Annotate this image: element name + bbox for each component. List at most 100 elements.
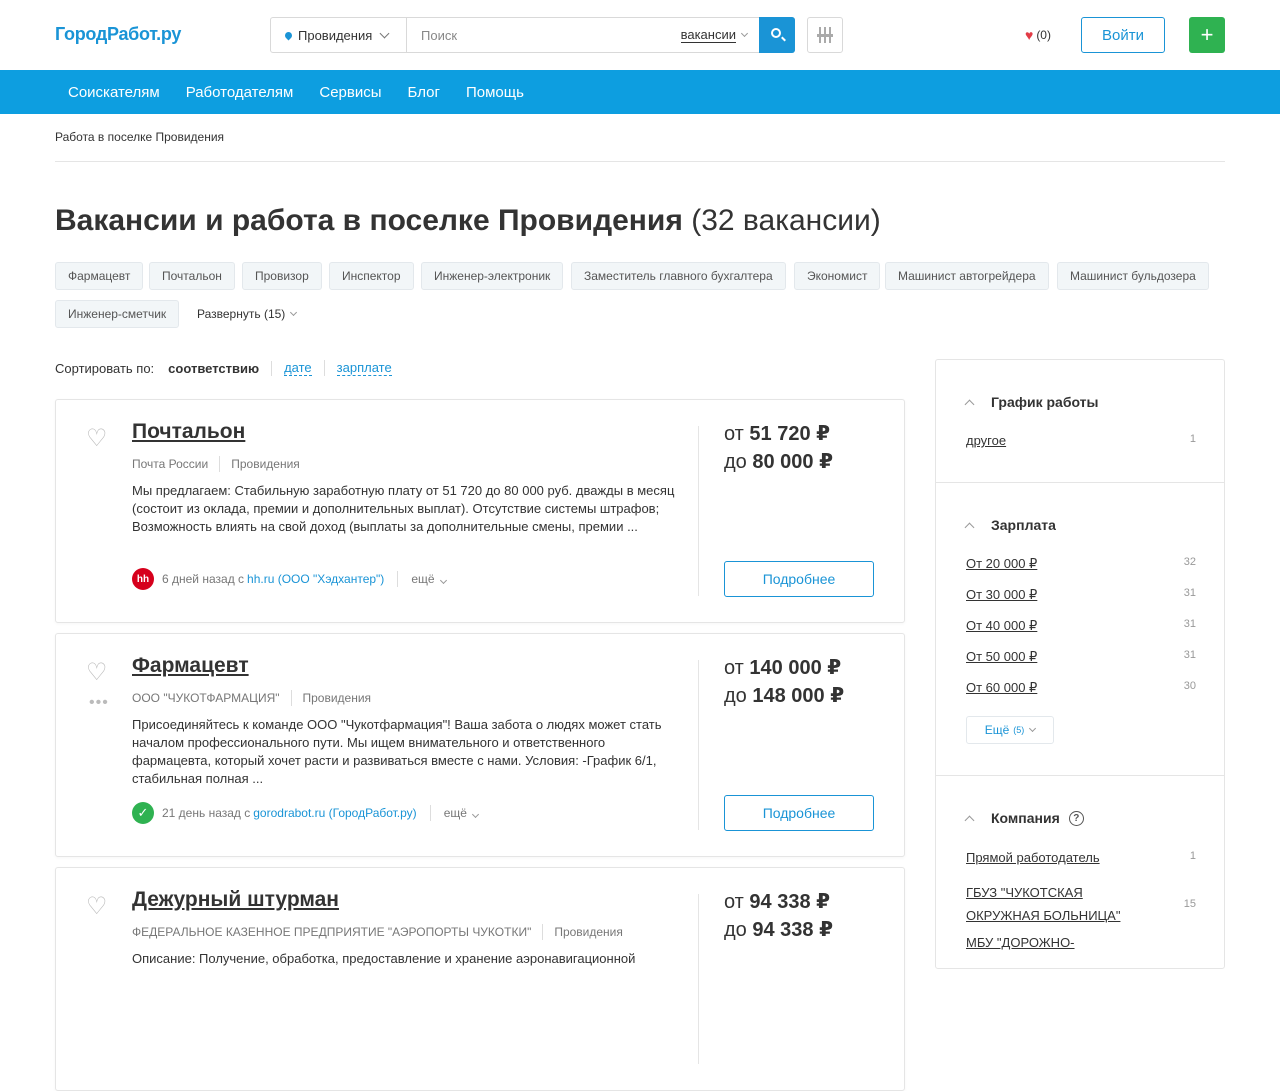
filter-company-header[interactable]: Компания? bbox=[964, 810, 1084, 826]
chevron-down-icon bbox=[1029, 724, 1037, 732]
filter-item[interactable]: От 30 000 ₽31 bbox=[966, 587, 1196, 603]
vacancy-title[interactable]: Дежурный штурман bbox=[132, 888, 339, 912]
vacancy-posted: 21 день назад с bbox=[162, 806, 251, 820]
source-link[interactable]: hh.ru (ООО "Хэдхантер") bbox=[247, 572, 384, 586]
tag[interactable]: Инженер-сметчик bbox=[55, 300, 180, 328]
search-icon bbox=[771, 28, 781, 38]
heart-outline-icon[interactable]: ♡ bbox=[86, 661, 112, 685]
vacancy-title[interactable]: Фармацевт bbox=[132, 654, 249, 678]
filter-item[interactable]: ГБУЗ "ЧУКОТСКАЯ ОКРУЖНАЯ БОЛЬНИЦА" 15 bbox=[966, 881, 1196, 927]
filter-item[interactable]: От 60 000 ₽30 bbox=[966, 680, 1196, 696]
source-link[interactable]: gorodrabot.ru (ГородРабот.ру) bbox=[253, 806, 416, 820]
sort-bar: Сортировать по: соответствию дате зарпла… bbox=[55, 360, 404, 376]
vacancy-company: ФЕДЕРАЛЬНОЕ КАЗЕННОЕ ПРЕДПРИЯТИЕ "АЭРОПО… bbox=[132, 925, 532, 939]
heart-icon: ♥ bbox=[1025, 27, 1034, 43]
login-button[interactable]: Войти bbox=[1081, 17, 1165, 53]
page-title-text: Вакансии и работа в поселке Провидения bbox=[55, 204, 683, 237]
salary-from: 94 338 bbox=[749, 891, 811, 913]
breadcrumb: Работа в поселке Провидения bbox=[55, 130, 225, 144]
filter-item[interactable]: МБУ "ДОРОЖНО- bbox=[966, 935, 1196, 950]
filter-item[interactable]: другое 1 bbox=[966, 433, 1196, 448]
location-select[interactable]: Провидения bbox=[271, 18, 407, 52]
search-input[interactable] bbox=[407, 18, 681, 52]
heart-outline-icon[interactable]: ♡ bbox=[86, 895, 112, 919]
tag[interactable]: Машинист бульдозера bbox=[1057, 262, 1209, 290]
sort-by-salary[interactable]: зарплате bbox=[336, 360, 392, 376]
vacancy-source: ✓ 21 день назад с gorodrabot.ru (ГородРа… bbox=[132, 802, 479, 824]
chevron-down-icon bbox=[439, 576, 447, 585]
help-icon[interactable]: ? bbox=[1068, 810, 1084, 826]
vacancy-card: ♡ Почтальон Почта России Провидения Мы п… bbox=[55, 399, 905, 623]
sort-label: Сортировать по: bbox=[55, 360, 155, 376]
vacancy-city: Провидения bbox=[554, 925, 623, 939]
vacancy-salary: от 51 720 ₽ до 80 000 ₽ bbox=[724, 423, 834, 473]
salary-to: 94 338 bbox=[752, 919, 814, 941]
search-button[interactable] bbox=[759, 17, 795, 53]
vacancy-city: Провидения bbox=[302, 691, 372, 705]
vacancy-company: ООО "ЧУКОТФАРМАЦИЯ" bbox=[132, 691, 280, 705]
tag[interactable]: Инженер-электроник bbox=[421, 262, 564, 290]
divider bbox=[55, 161, 1225, 162]
sliders-icon bbox=[817, 27, 823, 43]
vacancy-description: Присоединяйтесь к команде ООО "Чукотфарм… bbox=[132, 717, 662, 786]
expand-tags-button[interactable]: Развернуть (15) bbox=[197, 300, 298, 328]
ruble-icon: ₽ bbox=[816, 891, 831, 913]
favorites-count: (0) bbox=[1036, 28, 1051, 42]
filter-item[interactable]: От 40 000 ₽31 bbox=[966, 618, 1196, 634]
nav-item-employers[interactable]: Работодателям bbox=[173, 84, 307, 101]
chevron-up-icon bbox=[964, 399, 975, 409]
filter-salary: Зарплата От 20 000 ₽32 От 30 000 ₽31 От … bbox=[936, 483, 1224, 776]
details-button[interactable]: Подробнее bbox=[724, 795, 874, 831]
vacancy-meta: ФЕДЕРАЛЬНОЕ КАЗЕННОЕ ПРЕДПРИЯТИЕ "АЭРОПО… bbox=[132, 924, 623, 940]
tag[interactable]: Инспектор bbox=[329, 262, 414, 290]
header: ГородРабот.ру Провидения вакансии ♥ (0) … bbox=[0, 0, 1280, 70]
filter-item[interactable]: Прямой работодатель 1 bbox=[966, 850, 1196, 865]
chevron-up-icon bbox=[964, 522, 975, 532]
nav-item-services[interactable]: Сервисы bbox=[306, 84, 394, 101]
salary-from: 51 720 bbox=[749, 423, 811, 445]
ruble-icon: ₽ bbox=[819, 919, 834, 941]
filter-salary-header[interactable]: Зарплата bbox=[964, 517, 1056, 533]
vacancy-title[interactable]: Почтальон bbox=[132, 420, 245, 444]
vacancy-source: hh 6 дней назад с hh.ru (ООО "Хэдхантер"… bbox=[132, 568, 447, 590]
details-button[interactable]: Подробнее bbox=[724, 561, 874, 597]
ruble-icon: ₽ bbox=[827, 657, 842, 679]
nav-item-seekers[interactable]: Соискателям bbox=[55, 84, 173, 101]
hh-logo-icon: hh bbox=[132, 568, 154, 590]
sort-by-date[interactable]: дате bbox=[284, 360, 312, 376]
logo[interactable]: ГородРабот.ру bbox=[55, 24, 181, 45]
search-type-select[interactable]: вакансии bbox=[680, 18, 759, 52]
vacancy-salary: от 140 000 ₽ до 148 000 ₽ bbox=[724, 657, 845, 707]
vacancy-description: Мы предлагаем: Стабильную заработную пла… bbox=[132, 483, 675, 534]
tag[interactable]: Заместитель главного бухгалтера bbox=[571, 262, 786, 290]
vacancy-salary: от 94 338 ₽ до 94 338 ₽ bbox=[724, 891, 834, 941]
vacancy-card: ♡ ••• Фармацевт ООО "ЧУКОТФАРМАЦИЯ" Пров… bbox=[55, 633, 905, 857]
filter-item[interactable]: От 50 000 ₽31 bbox=[966, 649, 1196, 665]
sort-current: соответствию bbox=[168, 360, 273, 376]
vacancy-posted: 6 дней назад с bbox=[162, 572, 245, 586]
add-vacancy-button[interactable]: + bbox=[1189, 17, 1225, 53]
tag[interactable]: Фармацевт bbox=[55, 262, 144, 290]
filter-company: Компания? Прямой работодатель 1 ГБУЗ "ЧУК… bbox=[936, 776, 1224, 976]
nav-item-blog[interactable]: Блог bbox=[395, 84, 453, 101]
vacancy-company: Почта России bbox=[132, 457, 209, 471]
filter-schedule-header[interactable]: График работы bbox=[964, 394, 1099, 410]
vacancy-meta: Почта России Провидения bbox=[132, 456, 300, 472]
page-title: Вакансии и работа в поселке Провидения (… bbox=[55, 204, 881, 238]
more-dots-icon[interactable]: ••• bbox=[89, 694, 109, 712]
nav-item-help[interactable]: Помощь bbox=[453, 84, 537, 101]
filters-button[interactable] bbox=[807, 17, 843, 53]
more-link[interactable]: ещё bbox=[444, 806, 479, 820]
filter-schedule: График работы другое 1 bbox=[936, 360, 1224, 483]
more-link[interactable]: ещё bbox=[411, 572, 447, 586]
salary-more-button[interactable]: Ещё (5) bbox=[966, 716, 1054, 744]
filter-item[interactable]: От 20 000 ₽32 bbox=[966, 556, 1196, 572]
ruble-icon: ₽ bbox=[830, 685, 845, 707]
heart-outline-icon[interactable]: ♡ bbox=[86, 427, 112, 451]
tag[interactable]: Почтальон bbox=[149, 262, 235, 290]
tag[interactable]: Провизор bbox=[242, 262, 322, 290]
tag[interactable]: Машинист автогрейдера bbox=[885, 262, 1049, 290]
tag[interactable]: Экономист bbox=[794, 262, 881, 290]
salary-from: 140 000 bbox=[749, 657, 822, 679]
favorites-link[interactable]: ♥ (0) bbox=[1025, 27, 1051, 43]
